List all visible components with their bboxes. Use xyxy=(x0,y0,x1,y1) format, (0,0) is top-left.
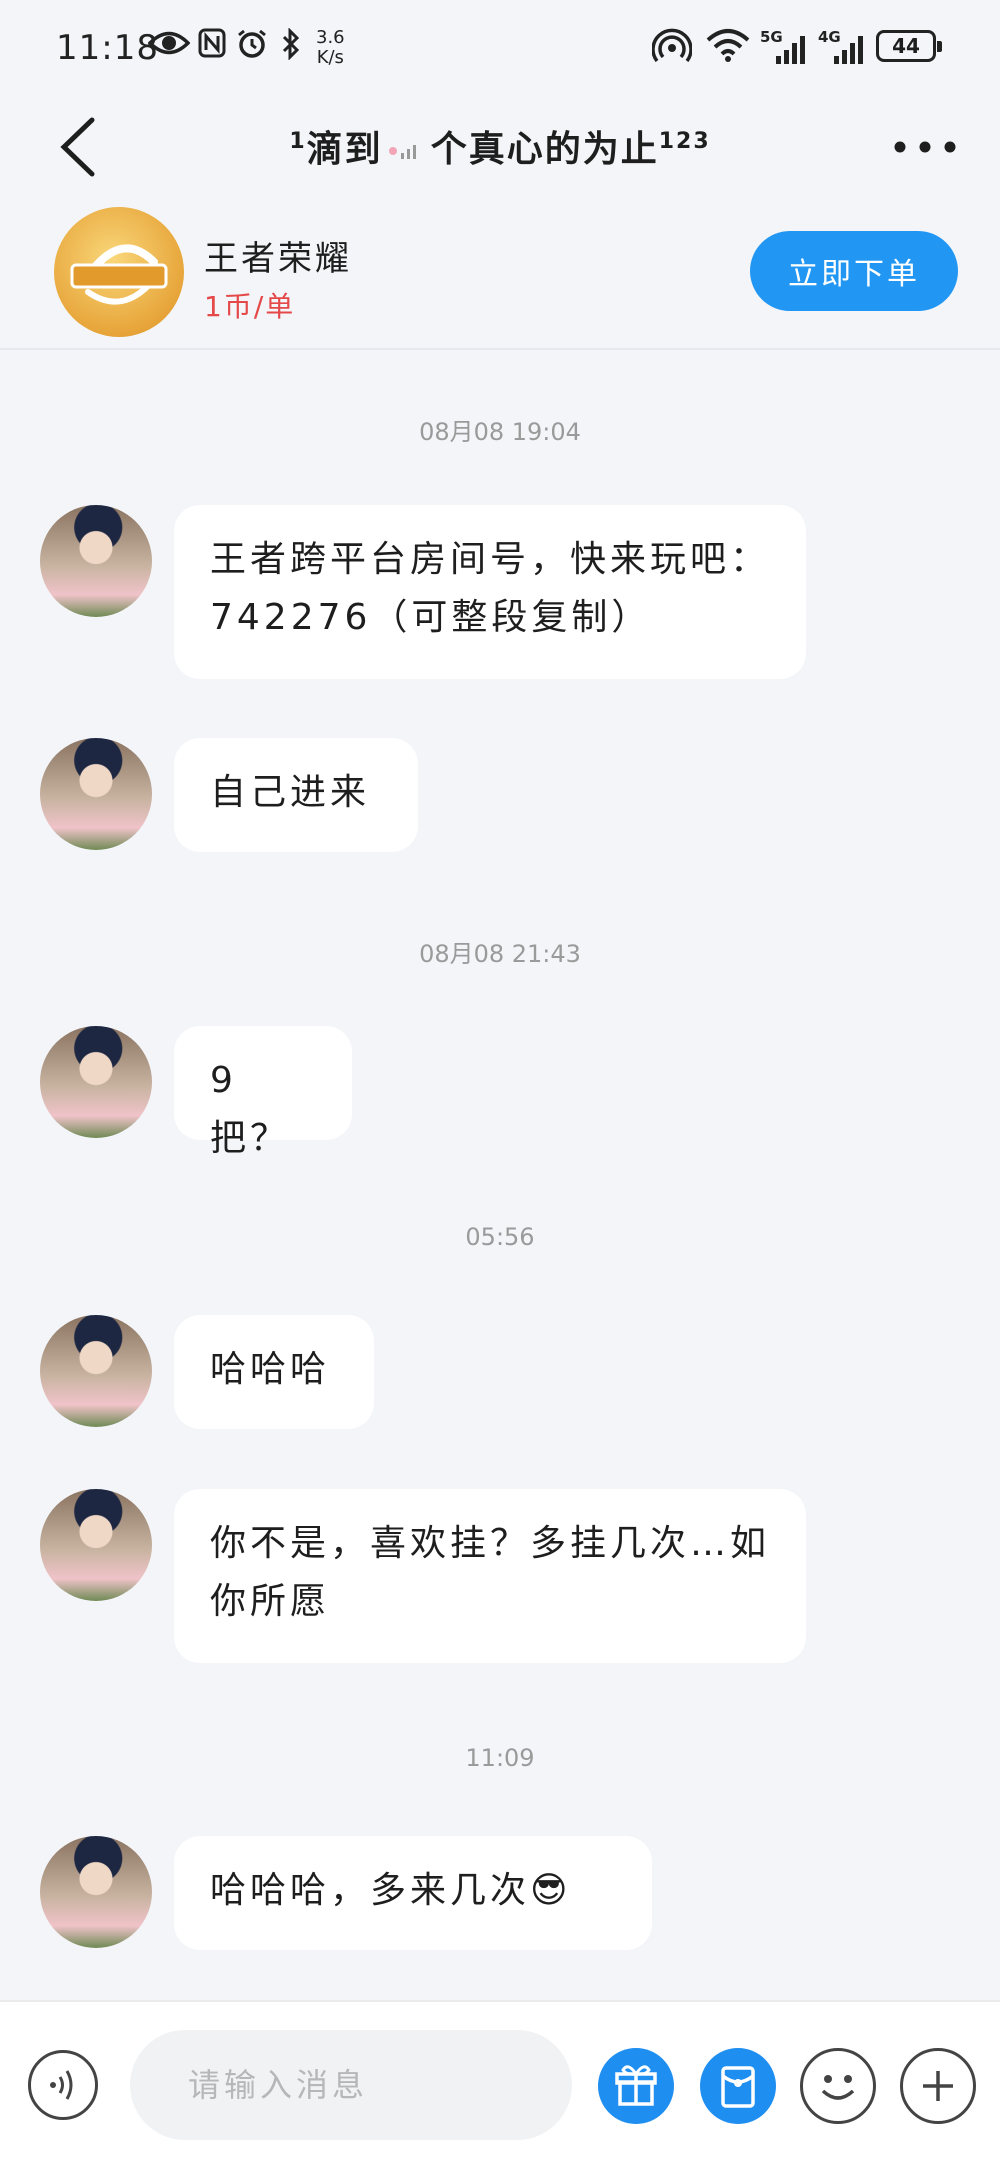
avatar[interactable] xyxy=(40,1315,152,1427)
title-text-1: 滴到 xyxy=(306,129,383,170)
avatar[interactable] xyxy=(40,1489,152,1601)
avatar[interactable] xyxy=(40,505,152,617)
message-bubble[interactable]: 王者跨平台房间号，快来玩吧：742276（可整段复制） xyxy=(174,505,806,679)
more-actions-button[interactable] xyxy=(900,2048,976,2124)
emoji-button[interactable] xyxy=(800,2048,876,2124)
wifi-icon xyxy=(706,29,750,62)
service-name: 王者荣耀 xyxy=(204,239,352,279)
plus-icon xyxy=(923,2071,953,2101)
hotspot-icon xyxy=(652,28,692,63)
voice-button[interactable] xyxy=(28,2050,98,2120)
red-packet-button[interactable] xyxy=(700,2048,776,2124)
timestamp: 08月08 21:43 xyxy=(419,940,581,968)
title-sup-prefix: 1 xyxy=(289,129,307,154)
message-input[interactable] xyxy=(130,2030,572,2140)
message-bubble[interactable]: 自己进来 xyxy=(174,738,418,852)
service-price: 1币/单 xyxy=(204,290,296,323)
order-now-button[interactable]: 立即下单 xyxy=(750,231,958,311)
timestamp: 11:09 xyxy=(465,1744,535,1772)
message-bubble[interactable]: 哈哈哈，多来几次😎 xyxy=(174,1836,652,1950)
game-logo-icon xyxy=(70,244,168,305)
message-bubble[interactable]: 哈哈哈 xyxy=(174,1315,374,1429)
signal-icon-2 xyxy=(834,36,863,64)
chat-header: 1滴到 个真心的为止123 xyxy=(0,100,1000,200)
timestamp: 08月08 19:04 xyxy=(419,418,581,446)
speed-unit: K/s xyxy=(316,47,344,68)
game-logo[interactable] xyxy=(54,207,184,337)
alarm-icon xyxy=(238,29,266,58)
title-text-2: 个真心的为止 xyxy=(430,129,659,170)
more-icon[interactable] xyxy=(890,122,960,172)
chat-title: 1滴到 个真心的为止123 xyxy=(0,120,1000,172)
emoji-icon xyxy=(821,2075,855,2100)
signal-icon xyxy=(776,36,805,64)
nfc-icon xyxy=(198,28,226,58)
avatar[interactable] xyxy=(40,1836,152,1948)
eye-icon xyxy=(148,31,190,55)
gift-icon xyxy=(615,2065,657,2106)
message-bubble[interactable]: 你不是，喜欢挂？多挂几次…如你所愿 xyxy=(174,1489,806,1663)
network-speed: 3.6 K/s xyxy=(316,28,345,68)
service-bar: 王者荣耀 1币/单 立即下单 xyxy=(0,195,1000,350)
red-packet-icon xyxy=(721,2066,755,2108)
signal-pink-icon xyxy=(388,145,416,159)
bluetooth-icon xyxy=(282,28,300,60)
battery-icon: 44 xyxy=(876,30,942,62)
gift-button[interactable] xyxy=(598,2048,674,2124)
message-bubble[interactable]: 9把？ xyxy=(174,1026,352,1159)
title-sup-suffix: 123 xyxy=(658,129,711,154)
avatar[interactable] xyxy=(40,1026,152,1138)
status-bar: 11:18 3.6 K/s 5G 4G 44 xyxy=(0,0,1000,100)
avatar[interactable] xyxy=(40,738,152,850)
voice-icon xyxy=(50,2070,73,2100)
speed-value: 3.6 xyxy=(316,27,345,48)
status-time: 11:18 xyxy=(56,28,159,68)
timestamp: 05:56 xyxy=(465,1223,535,1251)
input-bar xyxy=(0,2000,1000,2169)
